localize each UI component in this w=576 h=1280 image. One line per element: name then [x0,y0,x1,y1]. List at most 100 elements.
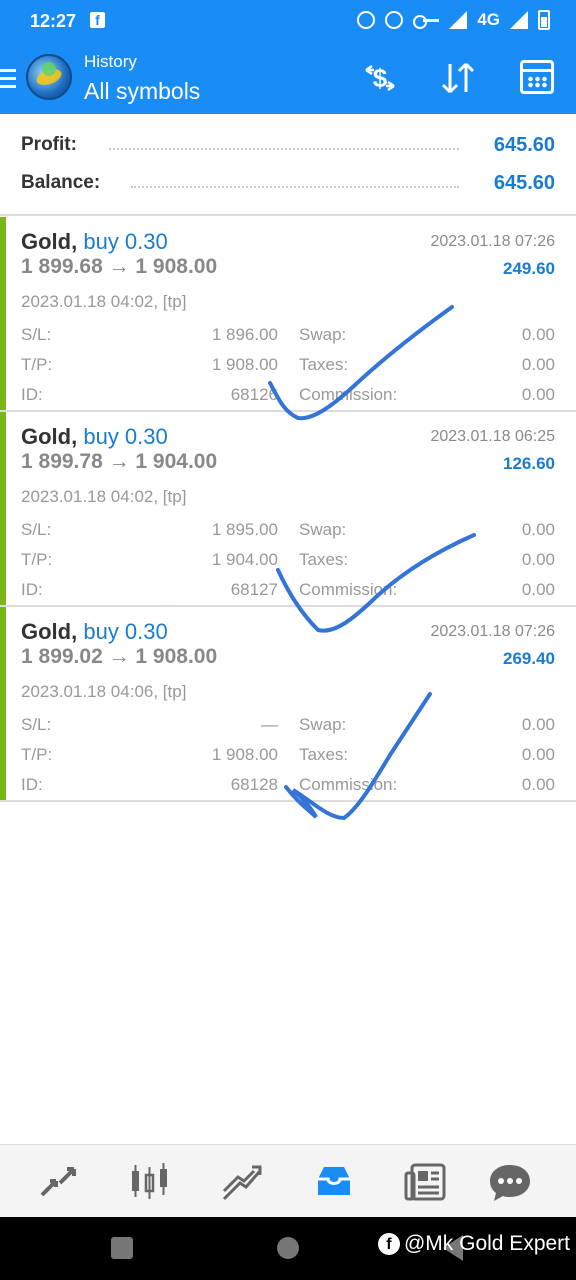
trade-accent-bar [0,217,6,410]
menu-icon[interactable] [0,69,16,89]
trade-symbol: Gold, [21,619,78,644]
page-subtitle: History [84,52,137,71]
sync-icon [385,11,404,29]
taxes-value: 0.00 [521,745,555,764]
profit-label: Profit: [21,134,77,155]
sl-value: 1 895.00 [211,520,278,539]
alarm-icon [357,11,376,29]
chat-icon[interactable] [486,1159,534,1205]
id-value: 68126 [230,385,278,404]
bottom-nav [0,1144,576,1217]
quotes-icon[interactable] [34,1159,82,1205]
id-value: 68127 [230,580,278,599]
id-label: ID: [21,580,43,599]
commission-value: 0.00 [521,385,555,404]
commission-value: 0.00 [521,580,555,599]
calendar-icon[interactable] [520,60,554,94]
swap-label: Swap: [299,325,347,344]
network-type: 4G [477,10,500,29]
trade-side: buy 0.30 [83,229,168,254]
trade-profit: 249.60 [503,259,555,278]
id-label: ID: [21,385,43,404]
taxes-label: Taxes: [299,355,349,374]
news-icon[interactable] [402,1159,450,1205]
summary-panel: Profit: 645.60 Balance: 645.60 [0,114,576,216]
trade-close-time: 2023.01.18 07:26 [430,623,555,640]
svg-text:$: $ [373,63,388,93]
trade-accent-bar [0,607,6,800]
trade-close-time: 2023.01.18 06:25 [430,428,555,445]
swap-value: 0.00 [521,715,555,734]
trade-prices: 1 899.02 → 1 908.00 [21,645,218,668]
status-icons: 4G [357,10,550,30]
tp-label: T/P: [21,745,53,764]
trade-prices: 1 899.78 → 1 904.00 [21,450,218,473]
commission-label: Commission: [299,385,398,404]
trade-symbol-line: Gold, buy 0.30 [21,619,168,645]
status-bar: 12:27 f 4G [0,0,576,42]
taxes-value: 0.00 [521,550,555,569]
trade-symbol: Gold, [21,424,78,449]
balance-row: Balance: 645.60 [21,168,555,198]
tp-label: T/P: [21,355,53,374]
sl-value: 1 896.00 [211,325,278,344]
swap-value: 0.00 [521,520,555,539]
balance-label: Balance: [21,172,101,193]
facebook-icon: f [377,1233,400,1255]
dotted-leader [131,186,459,188]
recents-button[interactable] [111,1237,133,1259]
vpn-key-icon [413,15,440,29]
trade-item[interactable]: Gold, buy 0.30 1 899.78 → 1 904.00 2023.… [0,412,576,607]
trade-profit: 269.40 [503,649,555,668]
facebook-notification-icon: f [90,12,105,28]
swap-label: Swap: [299,715,347,734]
trade-open-info: 2023.01.18 04:02, [tp] [21,487,187,506]
sl-label: S/L: [21,325,52,344]
tp-value: 1 908.00 [211,355,278,374]
profit-value: 645.60 [493,134,555,156]
trade-prices: 1 899.68 → 1 908.00 [21,255,218,278]
trade-item[interactable]: Gold, buy 0.30 1 899.02 → 1 908.00 2023.… [0,607,576,802]
page-title[interactable]: All symbols [84,78,200,105]
tp-label: T/P: [21,550,53,569]
taxes-label: Taxes: [299,745,349,764]
trade-item[interactable]: Gold, buy 0.30 1 899.68 → 1 908.00 2023.… [0,217,576,412]
balance-value: 645.60 [493,172,555,194]
swap-value: 0.00 [521,325,555,344]
system-nav-bar: f @Mk Gold Expert [0,1217,576,1280]
trade-close-time: 2023.01.18 07:26 [430,233,555,250]
home-button[interactable] [277,1237,299,1259]
status-time: 12:27 [30,11,77,31]
sl-label: S/L: [21,715,52,734]
id-value: 68128 [230,775,278,794]
app-bar: History All symbols $ [0,42,576,114]
trade-open-info: 2023.01.18 04:06, [tp] [21,682,187,701]
trade-open-info: 2023.01.18 04:02, [tp] [21,292,187,311]
chart-icon[interactable] [126,1159,174,1205]
tp-value: 1 908.00 [211,745,278,764]
battery-icon [538,10,550,30]
sl-label: S/L: [21,520,52,539]
taxes-value: 0.00 [521,355,555,374]
profit-row: Profit: 645.60 [21,130,555,160]
signal-icon-2 [510,11,528,29]
watermark-text: @Mk Gold Expert [403,1232,570,1255]
taxes-label: Taxes: [299,550,349,569]
currency-filter-icon[interactable]: $ [360,58,400,98]
sl-value: — [261,715,278,734]
history-icon[interactable] [310,1159,358,1205]
metatrader-logo [26,54,72,100]
trade-profit: 126.60 [503,454,555,473]
trade-icon[interactable] [218,1159,266,1205]
commission-label: Commission: [299,580,398,599]
trade-accent-bar [0,412,6,605]
trade-side: buy 0.30 [83,619,168,644]
tp-value: 1 904.00 [211,550,278,569]
signal-icon [449,11,468,29]
swap-label: Swap: [299,520,347,539]
trade-symbol: Gold, [21,229,78,254]
commission-value: 0.00 [521,775,555,794]
sort-icon[interactable] [438,58,478,98]
commission-label: Commission: [299,775,398,794]
trade-side: buy 0.30 [83,424,168,449]
